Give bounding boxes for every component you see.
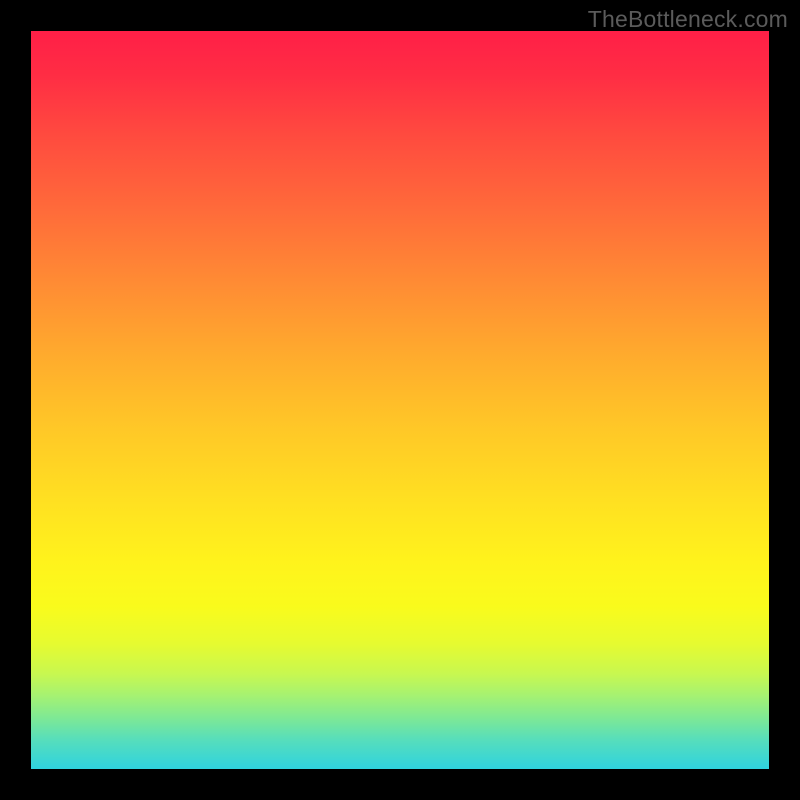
attribution-watermark: TheBottleneck.com — [588, 6, 788, 33]
chart-frame: TheBottleneck.com — [0, 0, 800, 800]
plot-area — [31, 31, 769, 769]
heat-gradient-background — [31, 31, 769, 769]
